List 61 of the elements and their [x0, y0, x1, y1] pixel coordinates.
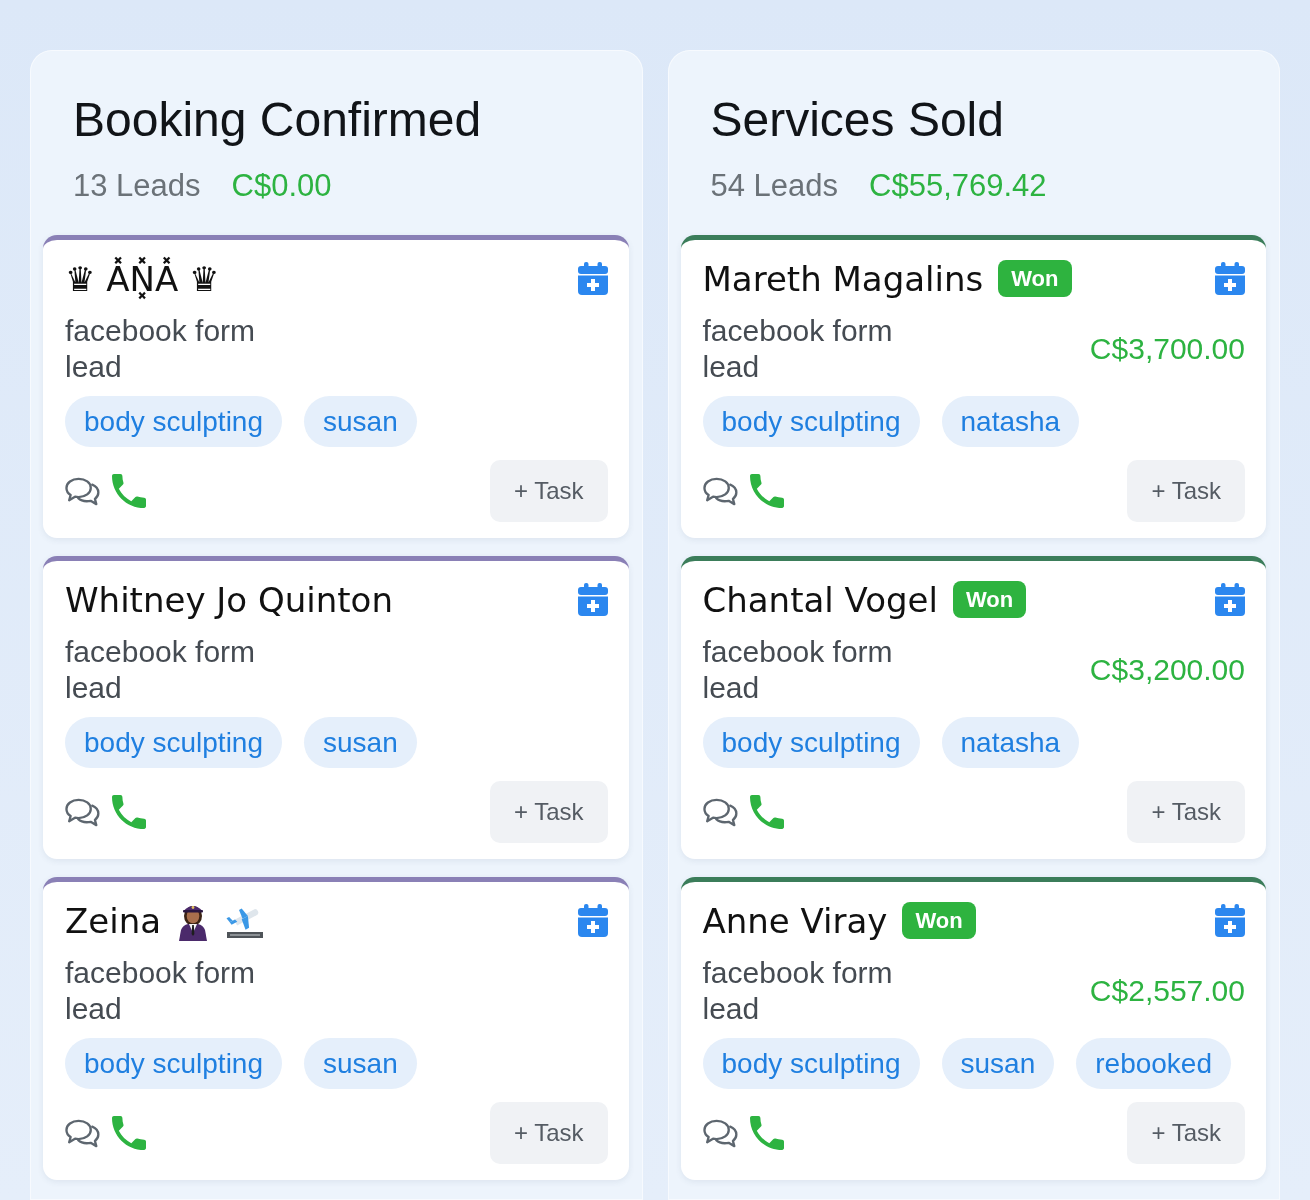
- lead-source: facebook form lead: [65, 633, 257, 706]
- lead-name[interactable]: Zeina: [65, 892, 162, 949]
- calendar-plus-icon[interactable]: [1215, 583, 1245, 617]
- lead-name[interactable]: Whitney Jo Quinton: [65, 571, 393, 628]
- tag-pill: body sculpting: [702, 1037, 920, 1089]
- lead-source: facebook form lead: [702, 312, 894, 385]
- status-badge: Won: [952, 581, 1027, 619]
- column-title: Services Sold: [710, 92, 1005, 148]
- tag-pill: natasha: [941, 716, 1080, 768]
- lead-card[interactable]: Zeina facebook form lead body sculpting susan + Task: [43, 876, 629, 1180]
- lead-card[interactable]: ♛ A̽N͓̽A̽ ♛ facebook form lead body sculpting susan + Task: [43, 234, 629, 538]
- total-amount: C$0.00: [231, 166, 332, 204]
- tag-pill: rebooked: [1076, 1037, 1231, 1089]
- lead-source: facebook form lead: [65, 954, 257, 1027]
- lead-name[interactable]: Mareth Magalins: [702, 250, 984, 307]
- tag-pill: body sculpting: [702, 716, 920, 768]
- phone-icon[interactable]: [112, 1115, 146, 1150]
- add-task-button[interactable]: + Task: [489, 459, 608, 522]
- lead-card[interactable]: Chantal Vogel Won facebook form lead C$3,200.00 body sculpting natasha + Task: [680, 555, 1266, 859]
- lead-count: 13 Leads: [73, 166, 201, 204]
- phone-icon[interactable]: [749, 794, 784, 829]
- tag-pill: body sculpting: [65, 716, 282, 768]
- lead-card[interactable]: Whitney Jo Quinton facebook form lead body sculpting susan + Task: [43, 555, 629, 859]
- status-badge: Won: [902, 902, 976, 940]
- tag-pill: susan: [304, 395, 417, 447]
- calendar-plus-icon[interactable]: [577, 583, 608, 617]
- lead-source: facebook form lead: [65, 312, 257, 385]
- add-task-button[interactable]: + Task: [1127, 1101, 1245, 1164]
- calendar-plus-icon[interactable]: [577, 904, 608, 938]
- deal-amount: C$3,700.00: [1089, 330, 1245, 367]
- status-badge: Won: [998, 260, 1072, 298]
- lead-card[interactable]: Anne Viray Won facebook form lead C$2,557.00 body sculpting susan rebooked + Task: [680, 876, 1266, 1180]
- add-task-button[interactable]: + Task: [489, 780, 608, 843]
- tag-pill: susan: [304, 1037, 417, 1089]
- lead-card[interactable]: Mareth Magalins Won facebook form lead C$3,700.00 body sculpting natasha + Task: [680, 234, 1266, 538]
- phone-icon[interactable]: [749, 1115, 784, 1150]
- calendar-plus-icon[interactable]: [1215, 262, 1245, 296]
- phone-icon[interactable]: [112, 794, 146, 829]
- tag-pill: body sculpting: [65, 1037, 282, 1089]
- tag-pill: body sculpting: [65, 395, 282, 447]
- calendar-plus-icon[interactable]: [577, 262, 608, 296]
- phone-icon[interactable]: [749, 473, 784, 508]
- tag-pill: susan: [304, 716, 417, 768]
- lead-name[interactable]: Anne Viray: [702, 892, 888, 949]
- lead-count: 54 Leads: [710, 166, 839, 204]
- add-task-button[interactable]: + Task: [489, 1101, 608, 1164]
- tag-pill: susan: [941, 1037, 1055, 1089]
- lead-name[interactable]: Chantal Vogel: [702, 571, 938, 628]
- lead-name[interactable]: ♛ A̽N͓̽A̽ ♛: [65, 250, 220, 307]
- add-task-button[interactable]: + Task: [1127, 459, 1245, 522]
- column-title: Booking Confirmed: [73, 92, 483, 148]
- add-task-button[interactable]: + Task: [1127, 780, 1245, 843]
- deal-amount: C$2,557.00: [1089, 972, 1245, 1009]
- deal-amount: C$3,200.00: [1089, 651, 1245, 688]
- phone-icon[interactable]: [112, 473, 146, 508]
- lead-source: facebook form lead: [702, 633, 894, 706]
- total-amount: C$55,769.42: [869, 166, 1047, 204]
- lead-source: facebook form lead: [702, 954, 894, 1027]
- tag-pill: natasha: [941, 395, 1080, 447]
- tag-pill: body sculpting: [702, 395, 920, 447]
- calendar-plus-icon[interactable]: [1215, 904, 1245, 938]
